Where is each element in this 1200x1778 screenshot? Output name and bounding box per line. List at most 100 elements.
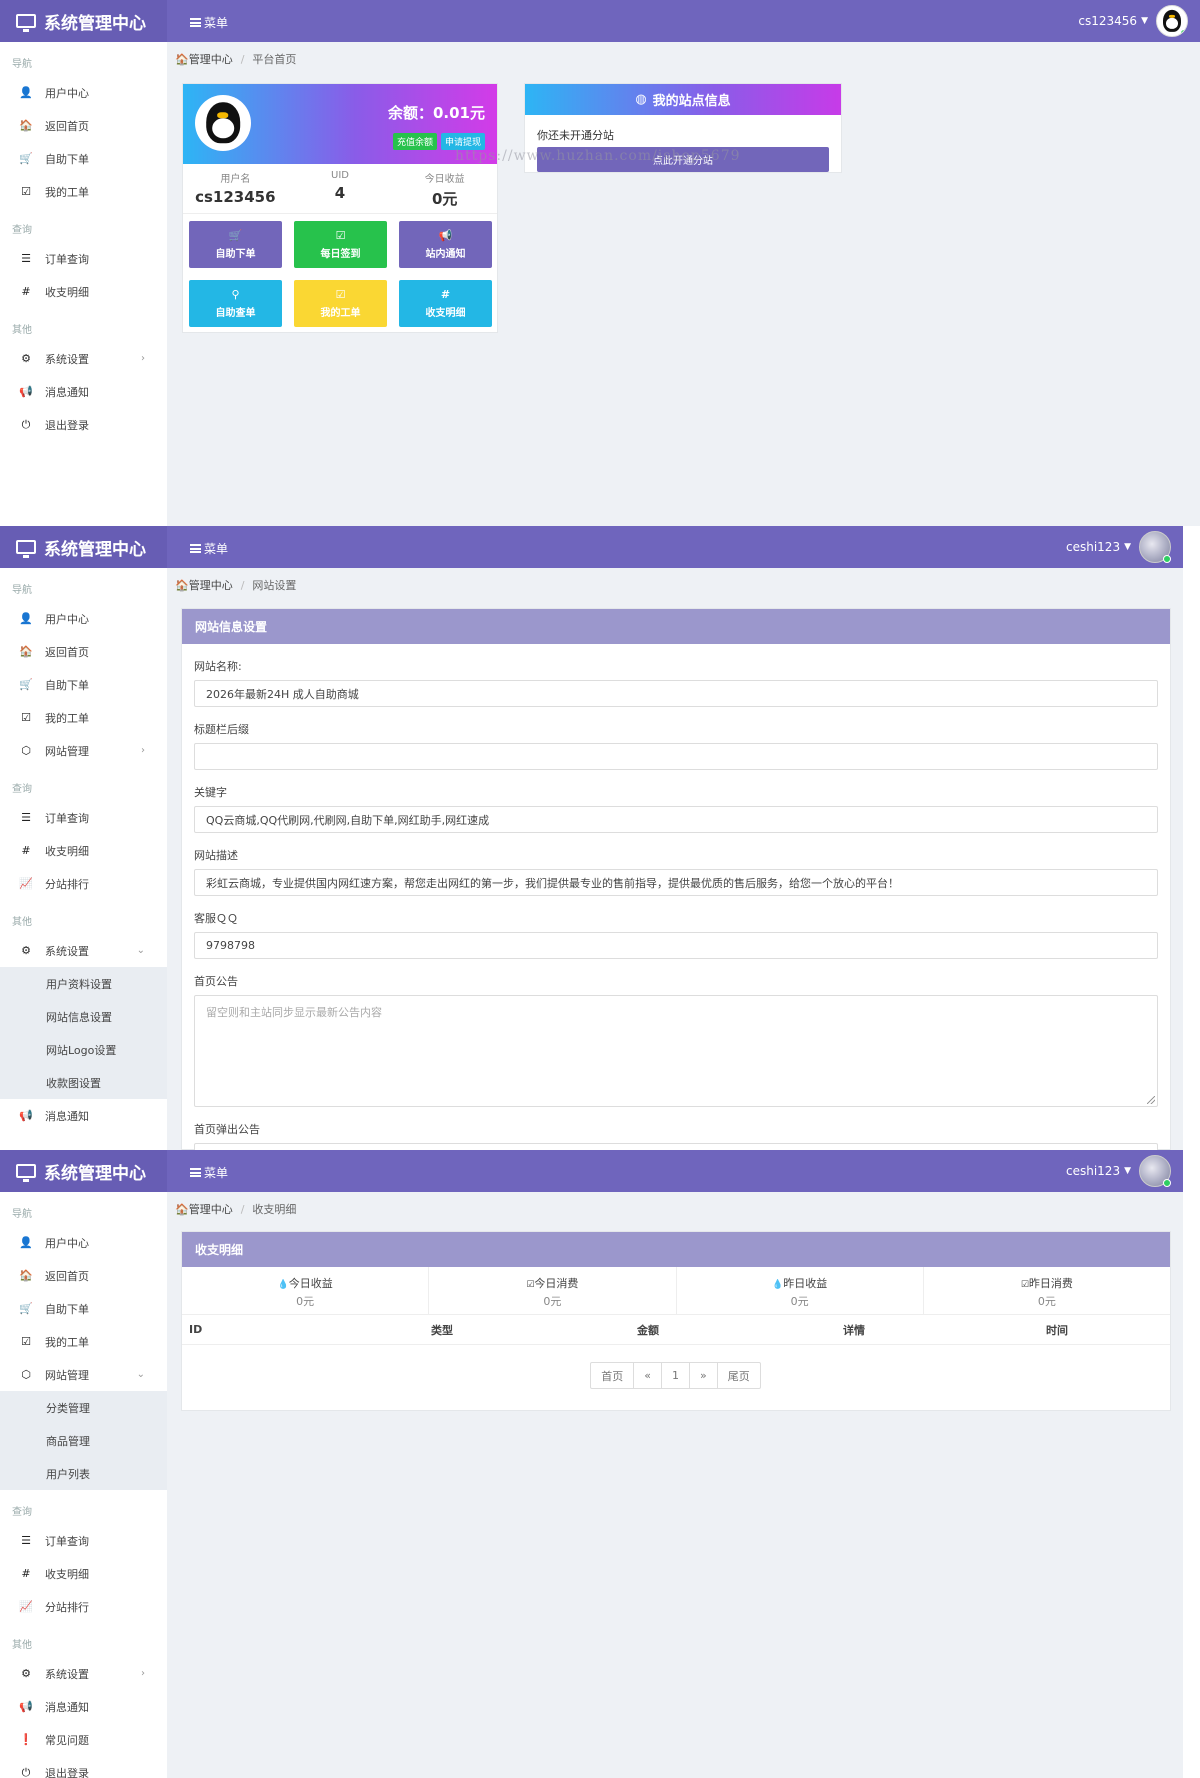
sidebar-item[interactable]: ☑ 我的工单 [0,175,167,208]
menu-toggle-button[interactable]: 菜单 [190,1164,228,1181]
field-label: 网站描述 [194,849,238,862]
quick-action-button[interactable]: ☑ 我的工单 [294,280,387,327]
sidebar-subitem[interactable]: 收款图设置 [0,1066,167,1099]
quick-action-button[interactable]: 📢 站内通知 [399,221,492,268]
avatar[interactable] [1139,1155,1171,1187]
sidebar-item[interactable]: 🏠 返回首页 [0,635,167,668]
breadcrumb-home[interactable]: 管理中心 [189,1203,233,1216]
text-input[interactable]: 9798798 [194,932,1158,959]
text-input[interactable]: 2026年最新24H 成人自助商城 [194,680,1158,707]
username: cs123456 [1078,14,1138,28]
sidebar-item[interactable]: 📢 消息通知 [0,1690,167,1723]
sidebar-subitem[interactable]: 商品管理 [0,1424,167,1457]
notice-textarea[interactable]: 留空则和主站同步显示最新公告内容 [194,995,1158,1107]
sidebar-item[interactable]: # 收支明细 [0,1557,167,1590]
column-header[interactable]: 详情 [751,1322,957,1338]
sidebar-item[interactable]: # 收支明细 [0,275,167,308]
sidebar-item[interactable]: ⚙ 系统设置 › [0,342,167,375]
sidebar-item[interactable]: ⬡ 网站管理 ⌄ [0,1358,167,1391]
recharge-button[interactable]: 充值余额 [392,133,437,150]
stat-value: cs123456 [195,188,276,206]
sidebar-item[interactable]: ☰ 订单查询 [0,801,167,834]
quick-action-button[interactable]: # 收支明细 [399,280,492,327]
sidebar-item[interactable]: ❗ 常见问题 [0,1723,167,1756]
sidebar-item[interactable]: ☑ 我的工单 [0,701,167,734]
sidebar-item[interactable]: 📢 消息通知 [0,1099,167,1132]
sidebar-item[interactable]: ⚙ 系统设置 › [0,1657,167,1690]
sidebar-item[interactable]: ☑ 我的工单 [0,1325,167,1358]
text-input[interactable]: 彩虹云商城，专业提供国内网红速方案，帮您走出网红的第一步，我们提供最专业的售前指… [194,869,1158,896]
pagination-button[interactable]: 尾页 [716,1362,761,1389]
breadcrumb-home[interactable]: 管理中心 [189,579,233,592]
user-menu[interactable]: cs123456 ▼ [1078,5,1188,37]
sidebar-subitem[interactable]: 网站Logo设置 [0,1033,167,1066]
breadcrumb-current: 平台首页 [252,53,297,66]
user-menu[interactable]: ceshi123 ▼ [1066,531,1171,563]
sidebar-item-label: 返回首页 [45,1269,89,1283]
sidebar-item[interactable]: 📈 分站排行 [0,1590,167,1623]
text-input[interactable]: 留空则和主站同步显示最新公告内容 [194,1143,1158,1150]
sidebar-subitem[interactable]: 网站信息设置 [0,1000,167,1033]
sidebar-item[interactable]: 🛒 自助下单 [0,1292,167,1325]
avatar[interactable] [1139,531,1171,563]
sidebar-item[interactable]: ⏻ 退出登录 [0,1756,167,1778]
online-status-dot [1180,29,1187,36]
summary-label-text: 昨日收益 [783,1277,828,1290]
sidebar-item[interactable]: 🛒 自助下单 [0,668,167,701]
sidebar-item-label: 用户中心 [45,86,89,100]
app-brand[interactable]: 系统管理中心 [0,0,167,42]
breadcrumb-home[interactable]: 管理中心 [189,53,233,66]
sidebar-item[interactable]: 🏠 返回首页 [0,1259,167,1292]
sidebar-item[interactable]: ☰ 订单查询 [0,1524,167,1557]
menu-toggle-button[interactable]: 菜单 [190,14,228,31]
column-header[interactable]: 类型 [339,1322,545,1338]
column-header[interactable]: ID [189,1323,339,1336]
sidebar-item[interactable]: 📢 消息通知 [0,375,167,408]
quick-action-label: 自助查单 [215,308,256,319]
ledger-screenshot: 系统管理中心 菜单 ceshi123 ▼ 导航 👤 用户中心 🏠 返回首页 🛒 自助下单 ☑ 我的… [0,1150,1183,1778]
cog-icon: ⚙ [21,944,31,957]
menu-toggle-button[interactable]: 菜单 [190,540,228,557]
check-square-icon: ☑ [21,711,31,724]
sidebar-item-label: 自助下单 [45,678,89,692]
sidebar-subitem[interactable]: 用户资料设置 [0,967,167,1000]
app-brand[interactable]: 系统管理中心 [0,526,167,568]
sidebar-item[interactable]: 👤 用户中心 [0,1226,167,1259]
app-brand[interactable]: 系统管理中心 [0,1150,167,1192]
sidebar-item[interactable]: 🛒 自助下单 [0,142,167,175]
text-input[interactable]: QQ云商城,QQ代刷网,代刷网,自助下单,网红助手,网红速成 [194,806,1158,833]
pagination-button[interactable]: » [689,1362,718,1389]
avatar[interactable] [1156,5,1188,37]
summary-label-text: 昨日消费 [1028,1277,1073,1290]
sidebar-item[interactable]: ⏻ 退出登录 [0,408,167,441]
quick-action-button[interactable]: ☑ 每日签到 [294,221,387,268]
user-menu[interactable]: ceshi123 ▼ [1066,1155,1171,1187]
pagination-button[interactable]: « [633,1362,662,1389]
bullhorn-icon: 📢 [19,385,33,398]
pagination-button[interactable]: 首页 [590,1362,635,1389]
column-header[interactable]: 时间 [957,1322,1157,1338]
sidebar-item[interactable]: # 收支明细 [0,834,167,867]
summary-label: 💧今日收益 [182,1275,428,1291]
pagination-button[interactable]: 1 [661,1362,690,1389]
sidebar-item-label: 收支明细 [45,844,89,858]
sidebar-item[interactable]: ☰ 订单查询 [0,242,167,275]
quick-action-button[interactable]: 🛒 自助下单 [189,221,282,268]
sidebar-item[interactable]: 📈 分站排行 [0,867,167,900]
check-square-icon: ☑ [1020,1280,1029,1290]
sidebar-item[interactable]: ⚙ 系统设置 ⌄ [0,934,167,967]
menu-label: 菜单 [204,542,229,556]
text-input[interactable] [194,743,1158,770]
sidebar-item[interactable]: 🏠 返回首页 [0,109,167,142]
balance-text: 余额：0.01元 [387,104,485,122]
sidebar-item[interactable]: 👤 用户中心 [0,602,167,635]
quick-action-button[interactable]: ⚲ 自助查单 [189,280,282,327]
column-header[interactable]: 金额 [545,1322,751,1338]
sidebar-item[interactable]: ⬡ 网站管理 › [0,734,167,767]
input-value: 彩虹云商城，专业提供国内网红速方案，帮您走出网红的第一步，我们提供最专业的售前指… [206,876,899,890]
sidebar-item[interactable]: 👤 用户中心 [0,76,167,109]
sidebar-subitem[interactable]: 用户列表 [0,1457,167,1490]
input-value: QQ云商城,QQ代刷网,代刷网,自助下单,网红助手,网红速成 [206,813,490,827]
field-label: 客服ＱＱ [194,912,238,925]
sidebar-subitem[interactable]: 分类管理 [0,1391,167,1424]
